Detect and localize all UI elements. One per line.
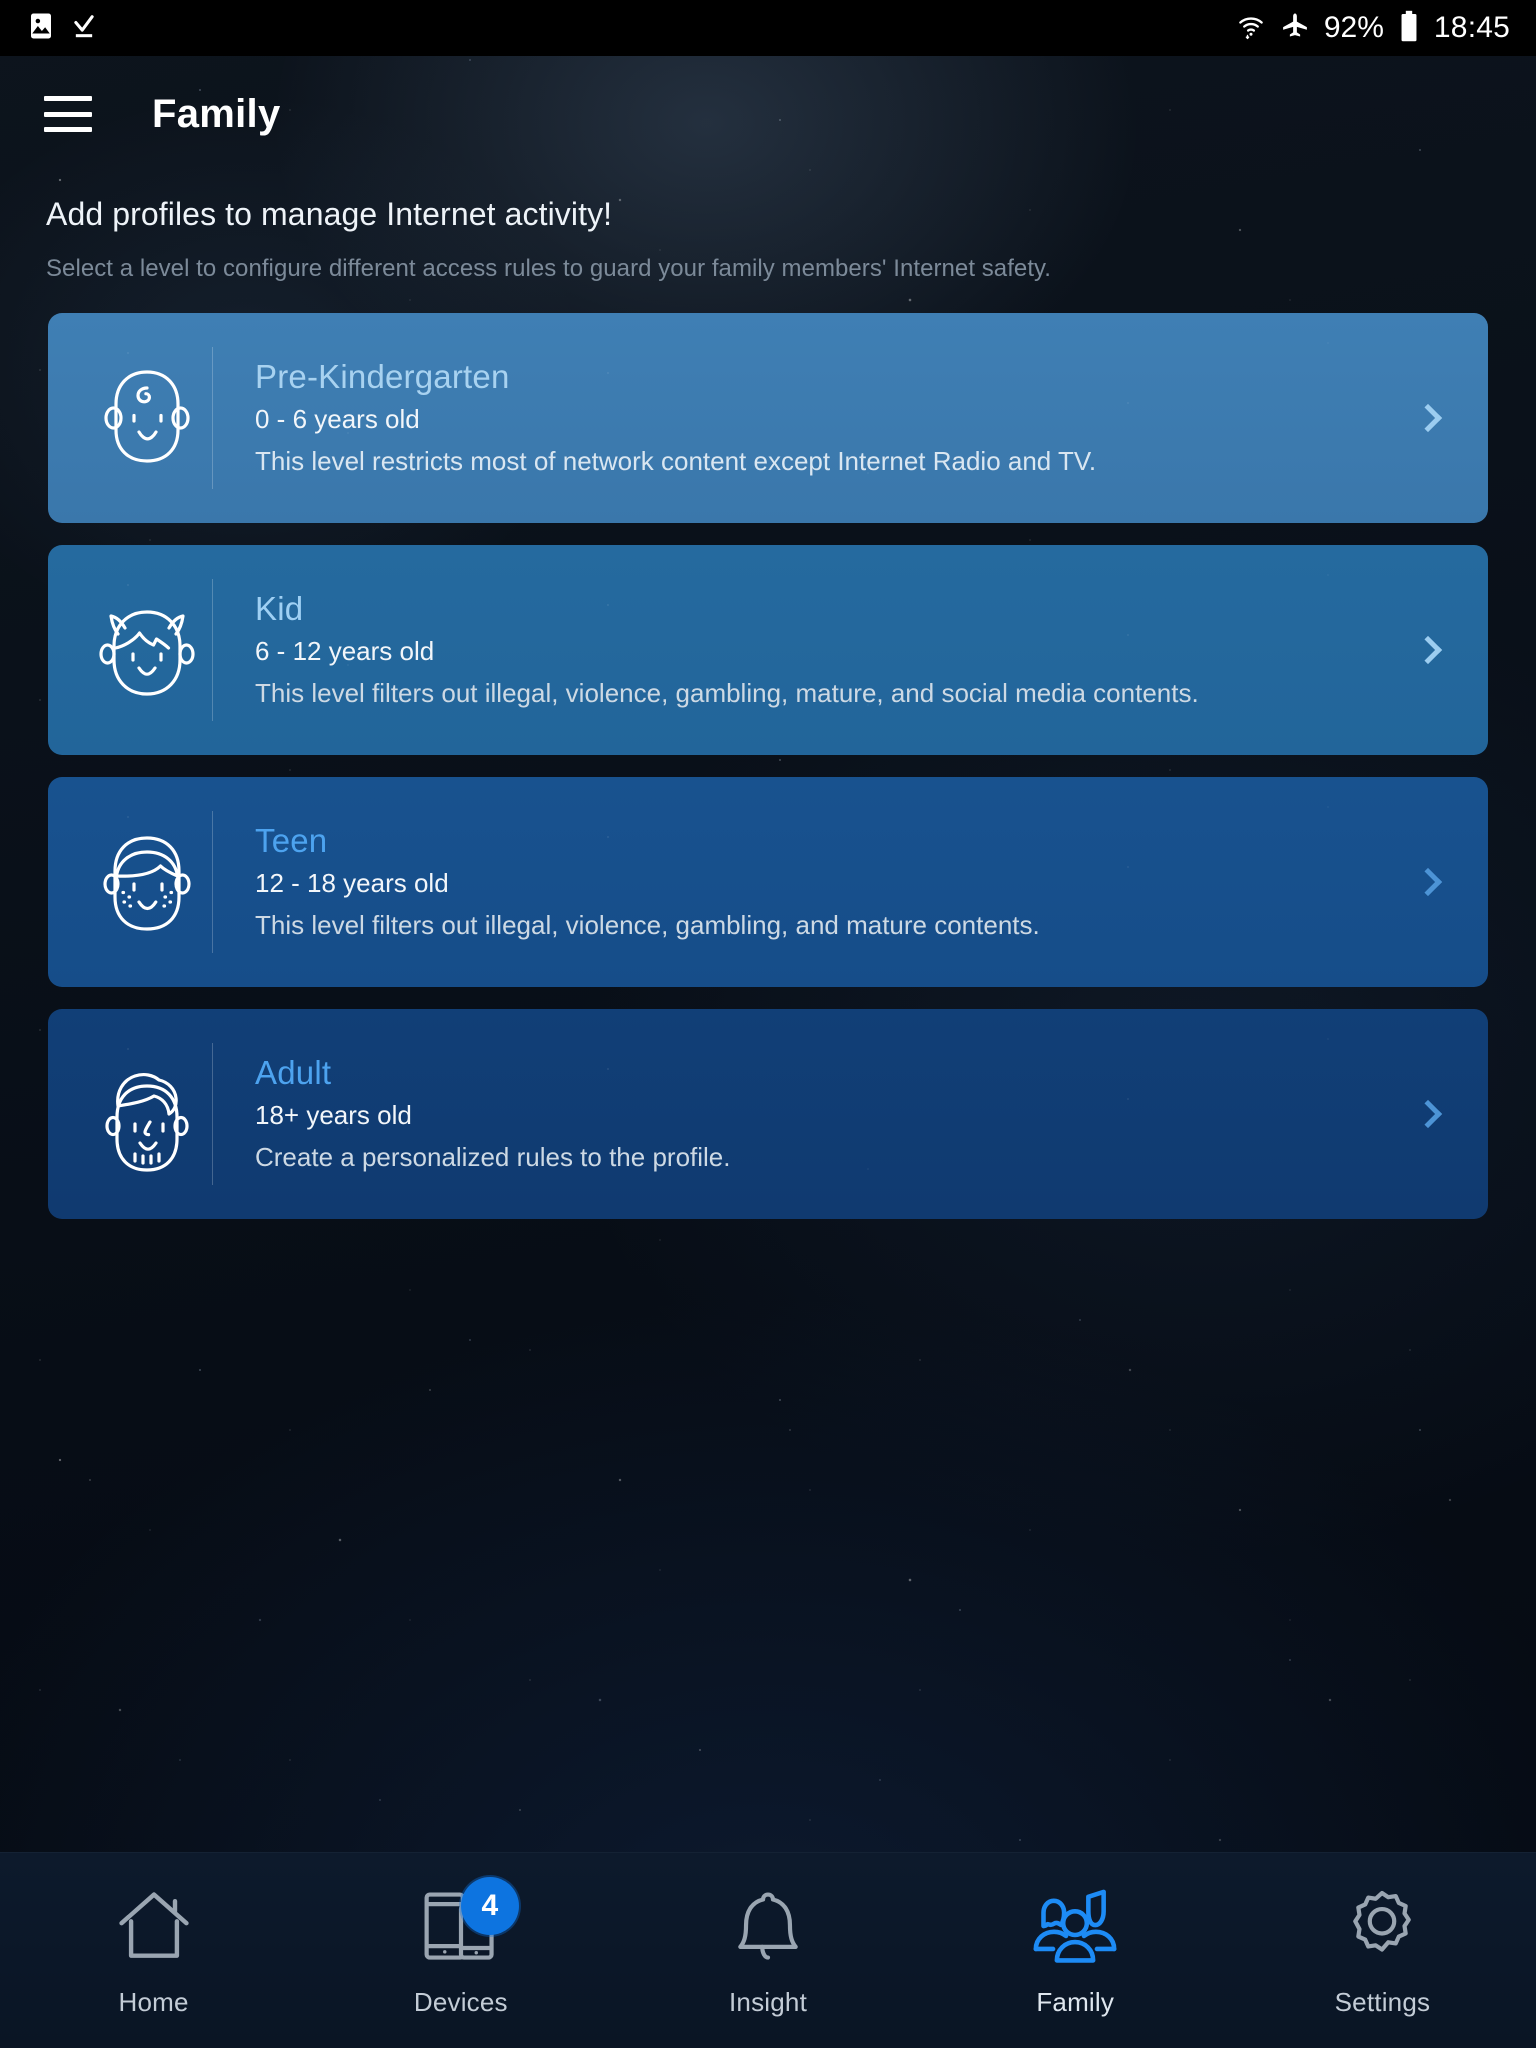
profile-age-range: 18+ years old <box>255 1100 412 1131</box>
kid-face-icon <box>82 592 212 708</box>
devices-badge: 4 <box>460 1877 519 1935</box>
profile-level-list: Pre-Kindergarten 0 - 6 years old This le… <box>0 313 1536 1219</box>
nav-item-settings[interactable]: Settings <box>1229 1853 1536 2048</box>
page-title: Family <box>152 91 281 136</box>
profile-description: This level restricts most of network con… <box>255 446 1097 477</box>
home-icon <box>112 1883 196 1969</box>
profile-card-teen[interactable]: Teen 12 - 18 years old This level filter… <box>48 777 1488 987</box>
profile-card-body: Pre-Kindergarten 0 - 6 years old This le… <box>213 358 1398 478</box>
profile-age-range: 12 - 18 years old <box>255 868 449 899</box>
image-icon <box>26 11 56 46</box>
profile-card-body: Teen 12 - 18 years old This level filter… <box>213 822 1398 942</box>
nav-label: Devices <box>413 1987 508 2017</box>
app-root: 92% 18:45 Family Add profiles to manage … <box>0 0 1536 2048</box>
family-group-icon <box>1031 1883 1119 1969</box>
teen-face-icon <box>82 826 212 938</box>
app-header: Family <box>0 56 1536 172</box>
download-complete-icon <box>70 11 98 46</box>
bottom-navigation-bar: Home 4 Devices Insight Family Settings <box>0 1852 1536 2048</box>
chevron-right-icon[interactable] <box>1398 867 1458 897</box>
status-bar-right: 92% 18:45 <box>1236 10 1510 47</box>
profile-card-pre-kindergarten[interactable]: Pre-Kindergarten 0 - 6 years old This le… <box>48 313 1488 523</box>
nav-item-devices[interactable]: 4 Devices <box>307 1853 614 2048</box>
intro-section: Add profiles to manage Internet activity… <box>0 172 1536 283</box>
chevron-right-icon[interactable] <box>1398 1099 1458 1129</box>
profile-description: This level filters out illegal, violence… <box>255 678 1199 709</box>
status-bar: 92% 18:45 <box>0 0 1536 56</box>
profile-card-body: Adult 18+ years old Create a personalize… <box>213 1054 1398 1174</box>
profile-card-kid[interactable]: Kid 6 - 12 years old This level filters … <box>48 545 1488 755</box>
profile-title: Teen <box>255 822 328 860</box>
nav-label: Settings <box>1334 1987 1431 2017</box>
wifi-icon <box>1236 11 1266 46</box>
nav-item-home[interactable]: Home <box>0 1853 307 2048</box>
nav-label: Home <box>118 1987 189 2017</box>
nav-item-family[interactable]: Family <box>922 1853 1229 2048</box>
profile-card-adult[interactable]: Adult 18+ years old Create a personalize… <box>48 1009 1488 1219</box>
intro-subtitle: Select a level to configure different ac… <box>46 255 1052 282</box>
battery-icon <box>1398 10 1420 47</box>
gear-icon <box>1340 1883 1424 1969</box>
nav-item-insight[interactable]: Insight <box>614 1853 921 2048</box>
profile-description: This level filters out illegal, violence… <box>255 910 1040 941</box>
nav-label: Family <box>1036 1987 1115 2017</box>
nav-label: Insight <box>729 1987 808 2017</box>
profile-description: Create a personalized rules to the profi… <box>255 1142 731 1173</box>
devices-icon: 4 <box>419 1877 519 1969</box>
profile-title: Pre-Kindergarten <box>255 358 510 396</box>
profile-age-range: 6 - 12 years old <box>255 636 435 667</box>
clock-label: 18:45 <box>1433 11 1510 44</box>
intro-title: Add profiles to manage Internet activity… <box>46 196 613 232</box>
chevron-right-icon[interactable] <box>1398 403 1458 433</box>
adult-face-icon <box>82 1056 212 1172</box>
profile-age-range: 0 - 6 years old <box>255 404 420 435</box>
battery-percent-label: 92% <box>1323 11 1384 44</box>
bell-icon <box>726 1883 810 1969</box>
profile-title: Adult <box>255 1054 332 1092</box>
baby-face-icon <box>82 362 212 474</box>
chevron-right-icon[interactable] <box>1398 635 1458 665</box>
airplane-mode-icon <box>1280 11 1310 46</box>
profile-card-body: Kid 6 - 12 years old This level filters … <box>213 590 1398 710</box>
status-bar-left <box>26 11 98 46</box>
profile-title: Kid <box>255 590 304 628</box>
hamburger-menu-icon[interactable] <box>44 96 92 132</box>
